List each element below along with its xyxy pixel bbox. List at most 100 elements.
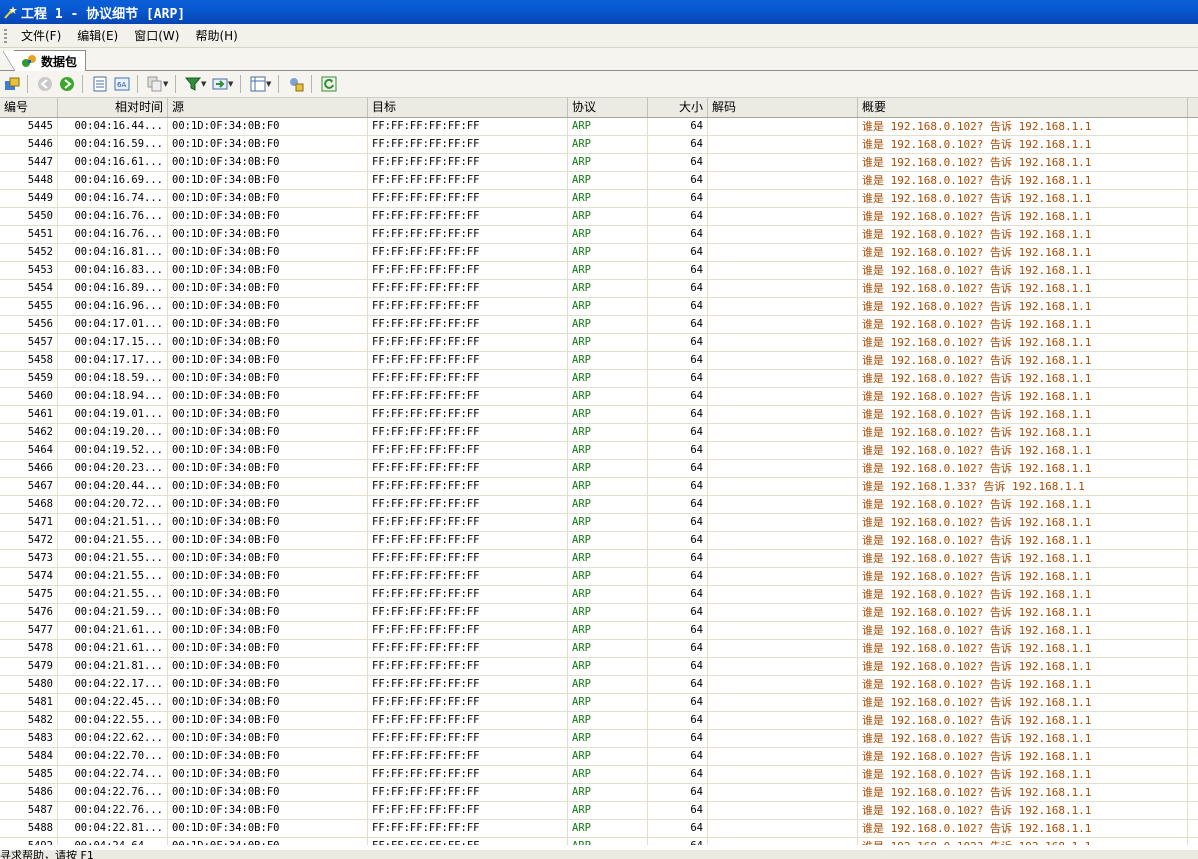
table-row[interactable]: 5486 00:04:22.76... 00:1D:0F:34:0B:F0 FF:FF… [0,784,1198,802]
table-row[interactable]: 5475 00:04:21.55... 00:1D:0F:34:0B:F0 FF:FF… [0,586,1198,604]
table-row[interactable]: 5448 00:04:16.69... 00:1D:0F:34:0B:F0 FF:FF… [0,172,1198,190]
table-row[interactable]: 5484 00:04:22.70... 00:1D:0F:34:0B:F0 FF:FF… [0,748,1198,766]
table-row[interactable]: 5473 00:04:21.55... 00:1D:0F:34:0B:F0 FF:FF… [0,550,1198,568]
project-button[interactable] [2,74,22,94]
cell-source: 00:1D:0F:34:0B:F0 [168,334,368,351]
cell-destination: FF:FF:FF:FF:FF:FF [368,190,568,207]
column-header-number[interactable]: 编号 [0,98,58,117]
cell-destination: FF:FF:FF:FF:FF:FF [368,820,568,837]
table-row[interactable]: 5451 00:04:16.76... 00:1D:0F:34:0B:F0 FF:FF… [0,226,1198,244]
table-row[interactable]: 5459 00:04:18.59... 00:1D:0F:34:0B:F0 FF:FF… [0,370,1198,388]
hex-button[interactable]: 6A [112,74,132,94]
table-row[interactable]: 5480 00:04:22.17... 00:1D:0F:34:0B:F0 FF:FF… [0,676,1198,694]
cell-destination: FF:FF:FF:FF:FF:FF [368,784,568,801]
cell-size: 64 [648,676,708,693]
copy-button[interactable] [145,74,165,94]
cell-source: 00:1D:0F:34:0B:F0 [168,244,368,261]
table-row[interactable]: 5450 00:04:16.76... 00:1D:0F:34:0B:F0 FF:FF… [0,208,1198,226]
table-row[interactable]: 5474 00:04:21.55... 00:1D:0F:34:0B:F0 FF:FF… [0,568,1198,586]
table-row[interactable]: 5476 00:04:21.59... 00:1D:0F:34:0B:F0 FF:FF… [0,604,1198,622]
cell-summary: 谁是 192.168.0.102? 告诉 192.168.1.1 [858,334,1188,351]
column-header-size[interactable]: 大小 [648,98,708,117]
cell-summary: 谁是 192.168.0.102? 告诉 192.168.1.1 [858,802,1188,819]
export-button[interactable] [210,74,230,94]
table-row[interactable]: 5472 00:04:21.55... 00:1D:0F:34:0B:F0 FF:FF… [0,532,1198,550]
cell-number: 5466 [0,460,58,477]
filter-button[interactable] [183,74,203,94]
table-row[interactable]: 5447 00:04:16.61... 00:1D:0F:34:0B:F0 FF:FF… [0,154,1198,172]
menu-file[interactable]: 文件(F) [13,27,69,44]
table-row[interactable]: 5458 00:04:17.17... 00:1D:0F:34:0B:F0 FF:FF… [0,352,1198,370]
cell-number: 5460 [0,388,58,405]
table-row[interactable]: 5452 00:04:16.81... 00:1D:0F:34:0B:F0 FF:FF… [0,244,1198,262]
table-row[interactable]: 5454 00:04:16.89... 00:1D:0F:34:0B:F0 FF:FF… [0,280,1198,298]
cell-relative-time: 00:04:21.81... [58,658,168,675]
column-header-destination[interactable]: 目标 [368,98,568,117]
table-row[interactable]: 5482 00:04:22.55... 00:1D:0F:34:0B:F0 FF:FF… [0,712,1198,730]
table-row[interactable]: 5466 00:04:20.23... 00:1D:0F:34:0B:F0 FF:FF… [0,460,1198,478]
table-row[interactable]: 5449 00:04:16.74... 00:1D:0F:34:0B:F0 FF:FF… [0,190,1198,208]
cell-summary: 谁是 192.168.0.102? 告诉 192.168.1.1 [858,262,1188,279]
columns-dropdown-icon[interactable]: ▼ [266,80,273,88]
export-dropdown-icon[interactable]: ▼ [228,80,235,88]
copy-dropdown-icon[interactable]: ▼ [163,80,170,88]
column-header-protocol[interactable]: 协议 [568,98,648,117]
back-button[interactable] [35,74,55,94]
table-row[interactable]: 5478 00:04:21.61... 00:1D:0F:34:0B:F0 FF:FF… [0,640,1198,658]
column-header-decode[interactable]: 解码 [708,98,858,117]
table-row[interactable]: 5467 00:04:20.44... 00:1D:0F:34:0B:F0 FF:FF… [0,478,1198,496]
refresh-button[interactable] [319,74,339,94]
tab-packets[interactable]: 数据包 [2,50,87,71]
cell-source: 00:1D:0F:34:0B:F0 [168,514,368,531]
cell-relative-time: 00:04:16.61... [58,154,168,171]
column-header-source[interactable]: 源 [168,98,368,117]
cell-protocol: ARP [568,298,648,315]
title-bar[interactable]: 工程 1 - 协议细节 [ARP] [0,0,1198,24]
menu-window[interactable]: 窗口(W) [126,27,187,44]
table-row[interactable]: 5487 00:04:22.76... 00:1D:0F:34:0B:F0 FF:FF… [0,802,1198,820]
settings-button[interactable] [286,74,306,94]
forward-button[interactable] [57,74,77,94]
cell-destination: FF:FF:FF:FF:FF:FF [368,316,568,333]
cell-number: 5471 [0,514,58,531]
table-row[interactable]: 5445 00:04:16.44... 00:1D:0F:34:0B:F0 FF:FF… [0,118,1198,136]
cell-protocol: ARP [568,550,648,567]
table-row[interactable]: 5446 00:04:16.59... 00:1D:0F:34:0B:F0 FF:FF… [0,136,1198,154]
table-row[interactable]: 5456 00:04:17.01... 00:1D:0F:34:0B:F0 FF:FF… [0,316,1198,334]
table-body[interactable]: 5445 00:04:16.44... 00:1D:0F:34:0B:F0 FF:FF… [0,118,1198,845]
cell-summary: 谁是 192.168.0.102? 告诉 192.168.1.1 [858,496,1188,513]
table-row[interactable]: 5462 00:04:19.20... 00:1D:0F:34:0B:F0 FF:FF… [0,424,1198,442]
table-row[interactable]: 5485 00:04:22.74... 00:1D:0F:34:0B:F0 FF:FF… [0,766,1198,784]
column-header-summary[interactable]: 概要 [858,98,1188,117]
cell-relative-time: 00:04:19.52... [58,442,168,459]
menu-grip[interactable] [4,28,7,43]
columns-button[interactable] [248,74,268,94]
table-row[interactable]: 5479 00:04:21.81... 00:1D:0F:34:0B:F0 FF:FF… [0,658,1198,676]
menu-edit[interactable]: 编辑(E) [69,27,126,44]
filter-dropdown-icon[interactable]: ▼ [201,80,208,88]
cell-relative-time: 00:04:17.15... [58,334,168,351]
table-row[interactable]: 5461 00:04:19.01... 00:1D:0F:34:0B:F0 FF:FF… [0,406,1198,424]
table-row[interactable]: 5455 00:04:16.96... 00:1D:0F:34:0B:F0 FF:FF… [0,298,1198,316]
table-row[interactable]: 5471 00:04:21.51... 00:1D:0F:34:0B:F0 FF:FF… [0,514,1198,532]
table-row[interactable]: 5477 00:04:21.61... 00:1D:0F:34:0B:F0 FF:FF… [0,622,1198,640]
table-row[interactable]: 5464 00:04:19.52... 00:1D:0F:34:0B:F0 FF:FF… [0,442,1198,460]
table-row[interactable]: 5481 00:04:22.45... 00:1D:0F:34:0B:F0 FF:FF… [0,694,1198,712]
menu-help[interactable]: 帮助(H) [187,27,245,44]
cell-protocol: ARP [568,388,648,405]
table-row[interactable]: 5468 00:04:20.72... 00:1D:0F:34:0B:F0 FF:FF… [0,496,1198,514]
cell-summary: 谁是 192.168.0.102? 告诉 192.168.1.1 [858,316,1188,333]
cell-size: 64 [648,784,708,801]
toolbar-separator [175,75,176,93]
cell-number: 5477 [0,622,58,639]
table-row[interactable]: 5483 00:04:22.62... 00:1D:0F:34:0B:F0 FF:FF… [0,730,1198,748]
decode-button[interactable] [90,74,110,94]
table-row[interactable]: 5460 00:04:18.94... 00:1D:0F:34:0B:F0 FF:FF… [0,388,1198,406]
table-row[interactable]: 549200:04:24.64...00:1D:0F:34:0B:F0FF:FF… [0,838,1198,845]
table-row[interactable]: 5453 00:04:16.83... 00:1D:0F:34:0B:F0 FF:FF… [0,262,1198,280]
column-header-relative-time[interactable]: 相对时间 [58,98,168,117]
table-row[interactable]: 5457 00:04:17.15... 00:1D:0F:34:0B:F0 FF:FF… [0,334,1198,352]
cell-size: 64 [648,136,708,153]
cell-protocol: ARP [568,316,648,333]
table-row[interactable]: 5488 00:04:22.81... 00:1D:0F:34:0B:F0 FF:FF… [0,820,1198,838]
